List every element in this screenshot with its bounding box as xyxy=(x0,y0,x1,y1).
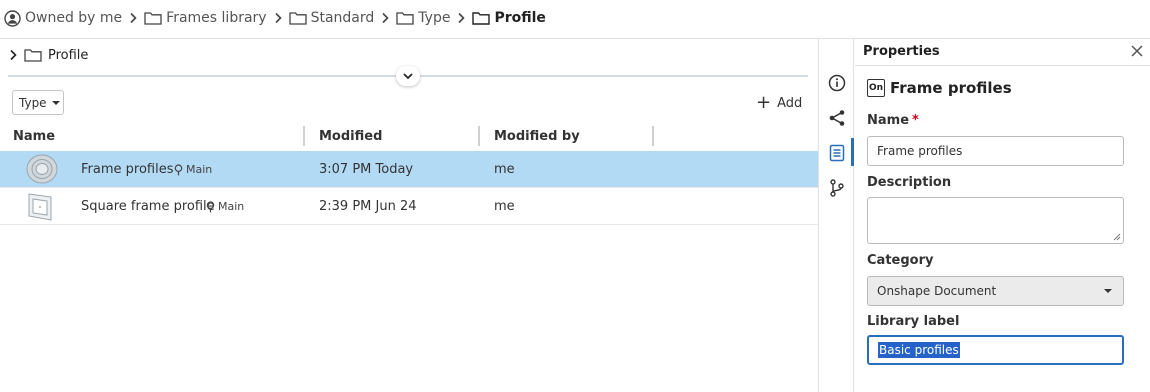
breadcrumb-label: Type xyxy=(418,10,451,26)
modified-cell: 3:07 PM Today xyxy=(319,162,414,177)
library-label-label: Library label xyxy=(867,314,960,329)
collapse-button[interactable] xyxy=(396,66,420,86)
description-label: Description xyxy=(867,175,952,190)
breadcrumb-standard[interactable]: Standard xyxy=(288,10,375,26)
breadcrumb-label: Standard xyxy=(310,10,375,26)
folder-icon xyxy=(24,48,42,62)
column-resize-handle[interactable] xyxy=(303,126,305,146)
breadcrumb-owned-by-me[interactable]: Owned by me xyxy=(4,9,123,27)
branch-label: Main xyxy=(186,163,213,176)
category-value: Onshape Document xyxy=(877,284,997,298)
required-marker: * xyxy=(912,113,919,128)
chevron-right-icon[interactable] xyxy=(8,49,18,61)
divider xyxy=(855,65,1150,66)
info-icon[interactable] xyxy=(827,73,847,93)
library-label-value: Basic profiles xyxy=(878,342,960,358)
branch-tag: Main xyxy=(206,200,244,213)
modified-by-cell: me xyxy=(494,162,515,177)
document-heading: On Frame profiles xyxy=(867,79,1012,97)
pin-icon xyxy=(206,200,215,212)
add-button[interactable]: + Add xyxy=(756,94,802,112)
chevron-right-icon xyxy=(128,12,138,24)
plus-icon: + xyxy=(756,92,772,113)
breadcrumb-type[interactable]: Type xyxy=(396,10,450,26)
column-header-modified[interactable]: Modified xyxy=(319,124,382,148)
onshape-document-icon: On xyxy=(867,79,885,97)
properties-icon[interactable] xyxy=(827,143,847,163)
type-filter-label: Type xyxy=(19,95,47,110)
folder-icon xyxy=(144,11,162,25)
folder-icon xyxy=(288,11,307,25)
name-value: Frame profiles xyxy=(877,144,963,158)
column-resize-handle[interactable] xyxy=(652,126,654,146)
breadcrumb-profile[interactable]: Profile xyxy=(472,10,546,26)
modified-by-cell: me xyxy=(494,199,515,214)
breadcrumb-label: Profile xyxy=(494,10,546,26)
column-header-name[interactable]: Name xyxy=(13,124,55,148)
close-icon[interactable] xyxy=(1130,44,1144,58)
chevron-down-icon xyxy=(402,72,414,80)
column-resize-handle[interactable] xyxy=(478,126,480,146)
document-name[interactable]: Square frame profile xyxy=(81,199,215,214)
category-select[interactable]: Onshape Document xyxy=(867,276,1124,306)
share-icon[interactable] xyxy=(827,108,847,128)
row-divider xyxy=(0,224,818,225)
folder-tree-item[interactable]: Profile xyxy=(8,44,88,66)
folder-icon xyxy=(472,11,491,25)
divider xyxy=(0,38,1150,39)
breadcrumb-label: Owned by me xyxy=(25,10,123,26)
chevron-right-icon xyxy=(273,12,283,24)
add-label: Add xyxy=(777,95,803,111)
branch-icon[interactable] xyxy=(827,178,847,198)
folder-icon xyxy=(396,11,414,25)
breadcrumb-label: Frames library xyxy=(166,10,267,26)
chevron-right-icon xyxy=(380,12,390,24)
side-panel-rail xyxy=(818,39,854,392)
modified-cell: 2:39 PM Jun 24 xyxy=(319,199,417,214)
caret-down-icon xyxy=(51,100,60,105)
document-thumbnail xyxy=(26,154,58,184)
active-tab-indicator xyxy=(851,138,854,166)
branch-label: Main xyxy=(218,200,245,213)
chevron-right-icon xyxy=(456,12,466,24)
branch-tag: Main xyxy=(174,163,212,176)
resize-handle-icon[interactable] xyxy=(1113,233,1121,241)
caret-down-icon xyxy=(1104,289,1112,293)
user-icon xyxy=(4,9,21,27)
table-row[interactable]: Frame profiles Main 3:07 PM Today me xyxy=(0,151,818,188)
breadcrumb: Owned by me Frames library Standard Type… xyxy=(0,0,1150,36)
table-row[interactable]: Square frame profile Main 2:39 PM Jun 24… xyxy=(0,188,818,225)
name-field[interactable]: Frame profiles xyxy=(867,136,1124,166)
name-label: Name * xyxy=(867,113,919,128)
column-header-modified-by[interactable]: Modified by xyxy=(494,124,580,148)
folder-name: Profile xyxy=(48,47,89,63)
document-title: Frame profiles xyxy=(890,79,1012,97)
library-label-field[interactable]: Basic profiles xyxy=(867,335,1124,365)
pin-icon xyxy=(174,163,183,175)
type-filter-dropdown[interactable]: Type xyxy=(12,90,64,115)
breadcrumb-frames-library[interactable]: Frames library xyxy=(144,10,267,26)
properties-title: Properties xyxy=(863,44,940,59)
description-field[interactable] xyxy=(867,197,1124,244)
document-name[interactable]: Frame profiles xyxy=(81,162,173,177)
document-thumbnail xyxy=(28,193,52,221)
category-label: Category xyxy=(867,253,934,268)
